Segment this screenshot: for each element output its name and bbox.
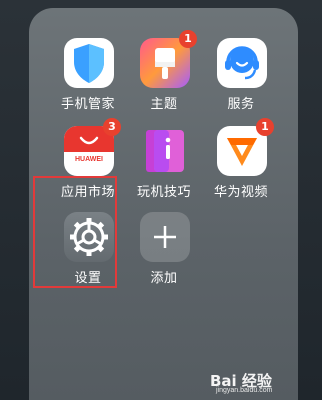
notification-badge: 1 (179, 30, 197, 48)
app-huawei-video[interactable]: 1 华为视频 (201, 118, 281, 221)
app-label: 华为视频 (213, 185, 268, 200)
watermark-url: jingyan.baidu.com (216, 387, 273, 394)
settings-highlight-box (33, 176, 117, 288)
play-icon: 1 (217, 118, 274, 176)
baidu-watermark: Bai 经验 jingyan.baidu.com (210, 370, 320, 398)
app-label: 添加 (150, 271, 178, 286)
app-label: 服务 (227, 97, 255, 112)
notification-badge: 1 (256, 118, 274, 136)
huawei-logo-text: HUAWEI (75, 156, 103, 163)
tips-book-icon (140, 126, 190, 176)
paintbrush-icon: 1 (140, 30, 197, 88)
huawei-bag-icon: HUAWEI 3 (64, 118, 121, 176)
app-tips[interactable]: 玩机技巧 (124, 126, 204, 221)
shield-icon (64, 38, 114, 88)
app-label: 主题 (150, 97, 178, 112)
app-label: 玩机技巧 (136, 185, 191, 200)
app-label: 手机管家 (60, 97, 115, 112)
add-app-button[interactable]: 添加 (124, 212, 204, 307)
plus-icon (140, 212, 190, 262)
notification-badge: 3 (103, 118, 121, 136)
headset-icon (217, 38, 267, 88)
app-themes[interactable]: 1 主题 (124, 30, 204, 133)
